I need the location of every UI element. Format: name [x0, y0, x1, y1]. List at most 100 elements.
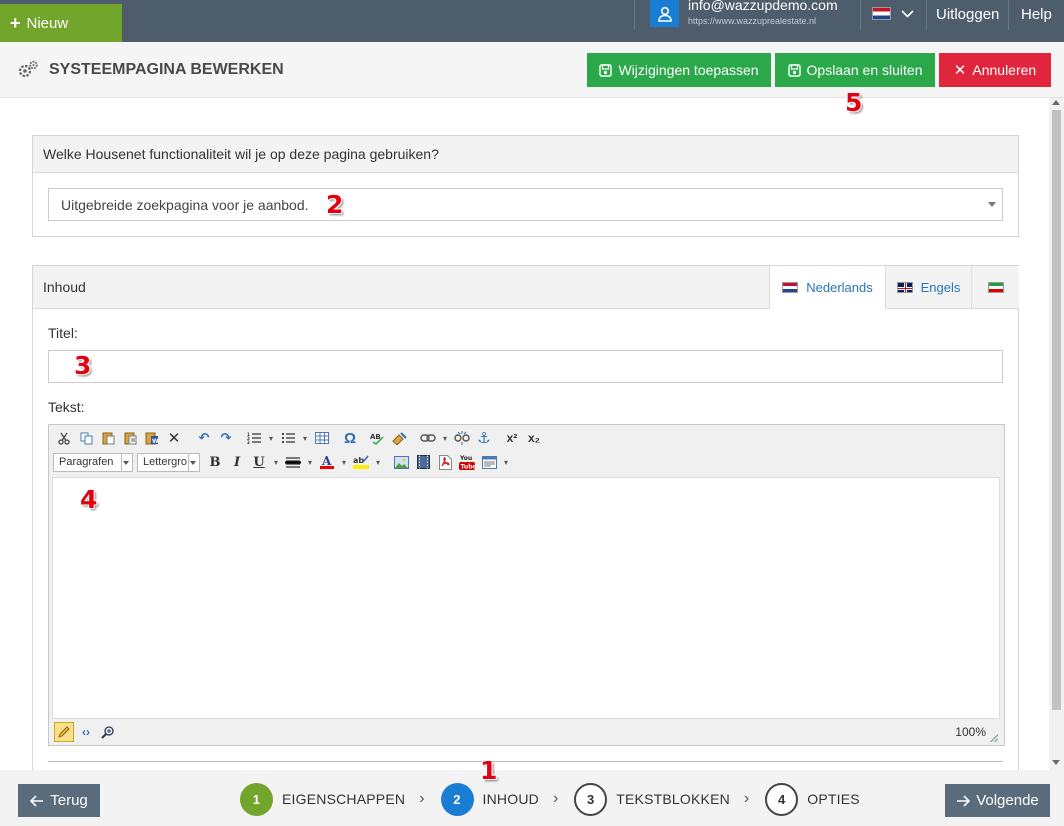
link-dropdown-icon[interactable]: ▾ — [439, 428, 451, 448]
svg-text:3: 3 — [247, 440, 250, 444]
step-label: OPTIES — [807, 791, 860, 807]
step-options[interactable]: 4 OPTIES — [765, 782, 860, 816]
save-icon — [787, 63, 801, 77]
cut-icon[interactable] — [53, 428, 75, 448]
undo-icon[interactable]: ↶ — [193, 428, 215, 448]
chevron-right-icon: › — [419, 790, 425, 807]
editor-zoom-level[interactable]: 100% — [955, 725, 986, 739]
close-icon: ✕ — [953, 62, 967, 79]
underline-dropdown-icon[interactable]: ▾ — [270, 452, 282, 472]
annotation-marker-4: 4 — [80, 485, 98, 514]
resize-grip-icon[interactable] — [990, 734, 998, 742]
paste-word-icon[interactable]: W — [141, 428, 163, 448]
insert-youtube-icon[interactable]: You Tube — [456, 452, 478, 472]
function-select-value: Uitgebreide zoekpagina voor je aanbod. — [61, 196, 309, 213]
remove-format-icon[interactable]: ✕ — [163, 428, 185, 448]
paste-text-icon[interactable] — [119, 428, 141, 448]
special-character-icon[interactable]: Ω — [339, 428, 361, 448]
wizard-steps: 1 EIGENSCHAPPEN › 2 INHOUD › 3 TEKSTBLOK… — [240, 782, 860, 816]
paste-icon[interactable] — [97, 428, 119, 448]
editor-toolbar-row-1: W ✕ ↶ ↷ 123 ▾ ▾ Ω AB ▾ ⚓ x² x₂ — [53, 427, 545, 449]
help-link[interactable]: Help — [1021, 6, 1052, 23]
font-size-dropdown[interactable]: Lettergro — [137, 452, 200, 472]
function-question: Welke Housenet functionaliteit wil je op… — [33, 136, 1018, 173]
step-content[interactable]: 2 INHOUD — [440, 782, 539, 816]
bold-icon[interactable]: B — [204, 452, 226, 472]
anchor-icon[interactable]: ⚓ — [473, 428, 495, 448]
step-properties[interactable]: 1 EIGENSCHAPPEN — [240, 782, 406, 816]
title-label: Titel: — [48, 325, 78, 341]
dutch-flag-icon — [872, 7, 891, 20]
chevron-down-icon — [901, 9, 914, 18]
title-input[interactable] — [48, 350, 1003, 383]
apply-changes-button[interactable]: Wijzigingen toepassen — [587, 53, 771, 87]
annotation-marker-1: 1 — [480, 756, 498, 785]
new-button-label: Nieuw — [26, 14, 69, 32]
page-header: SYSTEEMPAGINA BEWERKEN Wijzigingen toepa… — [0, 42, 1064, 98]
html-mode-icon[interactable]: ‹› — [76, 722, 96, 742]
strikethrough-icon[interactable] — [282, 452, 304, 472]
scroll-down-arrow-icon[interactable] — [1052, 760, 1060, 765]
divider — [926, 0, 927, 30]
numbered-list-icon[interactable]: 123 — [243, 428, 265, 448]
insert-template-icon[interactable] — [478, 452, 500, 472]
paragraph-format-dropdown[interactable]: Paragrafen — [53, 452, 133, 472]
step-label: TEKSTBLOKKEN — [616, 791, 730, 807]
font-color-dropdown-icon[interactable]: ▾ — [338, 452, 350, 472]
font-color-icon[interactable]: A — [316, 452, 338, 472]
step-text-blocks[interactable]: 3 TEKSTBLOKKEN — [574, 782, 730, 816]
function-select[interactable]: Uitgebreide zoekpagina voor je aanbod. — [48, 188, 1003, 221]
iran-flag-icon — [987, 281, 1004, 293]
next-button[interactable]: Volgende — [945, 784, 1050, 817]
editor-content-area[interactable] — [52, 477, 1000, 719]
subscript-icon[interactable]: x₂ — [523, 428, 545, 448]
plus-icon: + — [10, 13, 21, 33]
editor-toolbar-row-2: Paragrafen Lettergro B I U ▾ ▾ A ▾ ab ▾ … — [53, 451, 512, 473]
user-icon — [650, 0, 679, 27]
highlight-dropdown-icon[interactable]: ▾ — [372, 452, 384, 472]
superscript-icon[interactable]: x² — [501, 428, 523, 448]
tab-english[interactable]: Engels — [885, 266, 971, 308]
scroll-up-arrow-icon[interactable] — [1052, 100, 1060, 105]
tab-dutch-label: Nederlands — [806, 280, 873, 295]
underline-icon[interactable]: U — [248, 452, 270, 472]
spellcheck-icon[interactable]: AB — [367, 428, 389, 448]
copy-icon[interactable] — [75, 428, 97, 448]
italic-icon[interactable]: I — [226, 452, 248, 472]
insert-pdf-icon[interactable] — [434, 452, 456, 472]
save-icon — [599, 63, 613, 77]
logout-link[interactable]: Uitloggen — [936, 6, 999, 23]
chevron-right-icon: › — [552, 790, 559, 807]
strikethrough-dropdown-icon[interactable]: ▾ — [304, 452, 316, 472]
numbered-list-dropdown-icon[interactable]: ▾ — [265, 428, 277, 448]
dropdown-arrow-icon — [988, 202, 996, 207]
highlight-color-icon[interactable]: ab — [350, 452, 372, 472]
redo-icon[interactable]: ↷ — [215, 428, 237, 448]
tab-iran[interactable] — [971, 266, 1019, 308]
design-mode-pencil-icon[interactable] — [54, 722, 74, 742]
user-account[interactable]: info@wazzupdemo.com https://www.wazzupre… — [650, 0, 838, 30]
bullet-list-dropdown-icon[interactable]: ▾ — [299, 428, 311, 448]
preview-zoom-icon[interactable] — [98, 722, 118, 742]
user-email: info@wazzupdemo.com — [688, 0, 838, 13]
template-dropdown-icon[interactable]: ▾ — [500, 452, 512, 472]
language-selector[interactable] — [872, 7, 914, 20]
insert-image-icon[interactable] — [390, 452, 412, 472]
save-and-close-button[interactable]: Opslaan en sluiten — [775, 53, 935, 87]
next-button-label: Volgende — [976, 792, 1039, 809]
insert-video-icon[interactable] — [412, 452, 434, 472]
page-title: SYSTEEMPAGINA BEWERKEN — [49, 61, 284, 78]
scrollbar-thumb[interactable] — [1052, 110, 1061, 710]
table-icon[interactable] — [311, 428, 333, 448]
unlink-icon[interactable] — [451, 428, 473, 448]
back-button[interactable]: Terug — [18, 784, 100, 817]
step-label: EIGENSCHAPPEN — [282, 791, 406, 807]
link-icon[interactable] — [417, 428, 439, 448]
cancel-button[interactable]: ✕ Annuleren — [939, 53, 1051, 87]
bullet-list-icon[interactable] — [277, 428, 299, 448]
back-button-label: Terug — [50, 792, 88, 809]
new-button[interactable]: + Nieuw — [0, 4, 122, 42]
tab-dutch[interactable]: Nederlands — [769, 266, 885, 309]
format-painter-icon[interactable] — [389, 428, 411, 448]
divider — [1008, 0, 1009, 30]
